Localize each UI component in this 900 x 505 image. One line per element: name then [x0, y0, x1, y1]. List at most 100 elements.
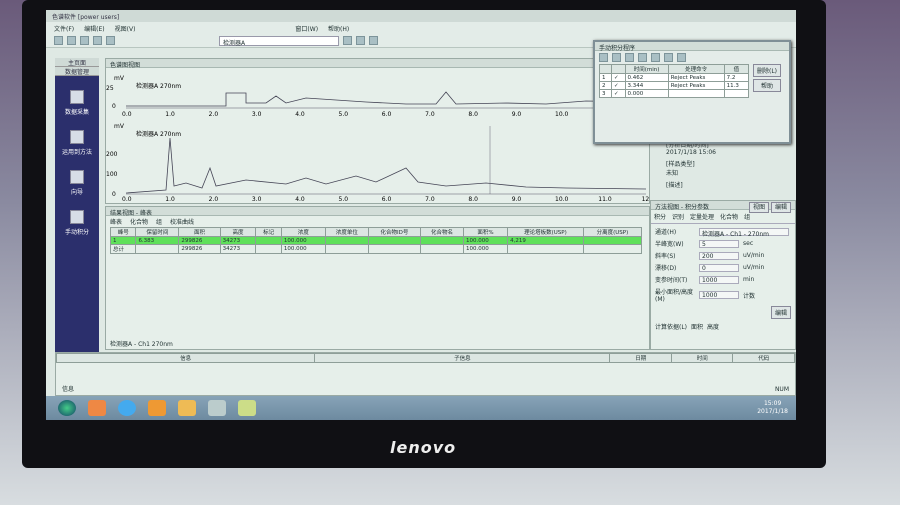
channel-select[interactable]: 检测器A - Ch1 - 270nm: [699, 227, 789, 238]
table-row[interactable]: 总计 299826 34273 100.000 100.000: [109, 244, 643, 254]
method-icon: [70, 130, 84, 144]
sidebar-tab-home[interactable]: 主页面: [55, 58, 99, 67]
view-button[interactable]: 视图: [749, 202, 770, 213]
menu-edit[interactable]: 编辑(E): [84, 24, 104, 33]
app-icon[interactable]: [178, 400, 196, 416]
new-icon[interactable]: [54, 36, 63, 45]
app-icon[interactable]: [88, 400, 106, 416]
edit-button[interactable]: 编辑: [770, 202, 791, 213]
radio-area[interactable]: 面积: [691, 322, 703, 331]
settings-icon[interactable]: [356, 36, 365, 45]
tool-icon[interactable]: [612, 53, 621, 62]
sidebar-item-manual-integration[interactable]: 手动积分: [55, 210, 99, 236]
x-tick-label: 9.0: [512, 196, 522, 203]
menu-view[interactable]: 视图(V): [115, 24, 136, 33]
start-button[interactable]: [58, 400, 76, 416]
chromatogram-plot[interactable]: mV 25 0 检测器A 270nm mV 检测器A 270nm 200 100…: [106, 68, 655, 203]
table-cell: 保留时间: [135, 227, 180, 237]
table-cell: 7.2: [723, 73, 750, 82]
table-row[interactable]: 1 ✓ 0.462 Reject Peaks 7.2: [599, 73, 750, 82]
top-trace: [126, 91, 647, 107]
title-bar: 色谱软件 [power users]: [46, 10, 796, 22]
menu-window[interactable]: 窗口(W): [295, 24, 318, 33]
x-tick-label: 1.0: [165, 196, 175, 203]
table-row[interactable]: 1 6.383 299826 34273 100.000 100.000 4,219: [109, 236, 643, 245]
manual-integration-icon: [70, 210, 84, 224]
sheet-tab[interactable]: 检测器A - Ch1 270nm: [110, 339, 173, 348]
x-tick-label: 9.0: [512, 111, 522, 118]
x-tick-label: 5.0: [339, 196, 349, 203]
table-cell: 34273: [219, 244, 257, 254]
tab-integration[interactable]: 积分: [654, 212, 666, 221]
table-cell: 处理命令: [667, 64, 725, 74]
sidebar: 主页面 数据管理 数据采集 运用到方法 向导 手动积分: [55, 58, 99, 356]
table-cell: 面积%: [462, 227, 509, 237]
param-row: 半峰宽(W) 5 sec: [655, 239, 754, 248]
table-cell: 299826: [178, 236, 221, 245]
message-tab[interactable]: 信息: [62, 384, 74, 393]
x-tick-label: 0.0: [122, 196, 132, 203]
program-table: 时间(min) 处理命令值 1 ✓ 0.462 Reject Peaks 7.2 2 ✓ 3.34…: [599, 64, 750, 98]
tool-icon[interactable]: [625, 53, 634, 62]
menu-file[interactable]: 文件(F): [54, 24, 74, 33]
tab-identification[interactable]: 识别: [672, 212, 684, 221]
tool-icon[interactable]: [651, 53, 660, 62]
param-input[interactable]: 0: [699, 263, 739, 272]
browser-icon[interactable]: [118, 400, 136, 416]
table-row[interactable]: 3 ✓ 0.000: [599, 89, 750, 98]
tab-group[interactable]: 组: [744, 212, 750, 221]
tab-group[interactable]: 组: [156, 217, 162, 226]
detector-select[interactable]: 检测器A: [219, 35, 339, 47]
table-cell: 化合物ID号: [367, 227, 422, 237]
monitor-brand-logo: lenovo: [390, 438, 457, 457]
layout-icon[interactable]: [369, 36, 378, 45]
x-tick-label: 8.0: [468, 196, 478, 203]
radio-height[interactable]: 高度: [707, 322, 719, 331]
x-tick-label: 4.0: [295, 111, 305, 118]
delete-button[interactable]: 删除(L): [753, 64, 782, 77]
sidebar-item-wizard[interactable]: 向导: [55, 170, 99, 196]
sidebar-item-method[interactable]: 运用到方法: [55, 130, 99, 156]
app-icon[interactable]: [148, 400, 166, 416]
x-tick-label: 6.0: [382, 111, 392, 118]
tab-peak-table[interactable]: 峰表: [110, 217, 122, 226]
message-pane: 信息 子信息 日期 时间 代码 信息 NUM: [55, 352, 796, 396]
x-tick-label: 3.0: [252, 196, 262, 203]
x-tick-label: 0.0: [122, 111, 132, 118]
tab-compound[interactable]: 化合物: [130, 217, 148, 226]
sidebar-tab-data[interactable]: 数据管理: [55, 67, 99, 76]
save-icon[interactable]: [67, 36, 76, 45]
undo-icon[interactable]: [343, 36, 352, 45]
tool-icon[interactable]: [638, 53, 647, 62]
table-cell: 0.462: [624, 73, 669, 82]
param-input[interactable]: 1000: [699, 291, 739, 299]
param-row: 变参时间(T) 1000 min: [655, 275, 755, 284]
clock[interactable]: 15:09 2017/1/18: [757, 400, 788, 416]
table-cell: Reject Peaks: [667, 81, 725, 90]
help-button[interactable]: 帮助: [753, 79, 782, 92]
undo-icon[interactable]: [677, 53, 686, 62]
param-input[interactable]: 1000: [699, 275, 739, 284]
tab-calibration[interactable]: 校准曲线: [170, 217, 194, 226]
peak-table: 峰号 保留时间 面积 高度 标记 浓度 浓度单位 化合物ID号 化合物名 面积% 理论塔板数(USP…: [109, 227, 643, 254]
export-icon[interactable]: [106, 36, 115, 45]
tool-icon[interactable]: [664, 53, 673, 62]
tab-compound[interactable]: 化合物: [720, 212, 738, 221]
param-input[interactable]: 5: [699, 239, 739, 248]
table-cell: [723, 89, 750, 98]
top-trace-label: 检测器A 270nm: [136, 82, 181, 90]
app-icon[interactable]: [208, 400, 226, 416]
param-input[interactable]: 200: [699, 251, 739, 260]
open-icon[interactable]: [93, 36, 102, 45]
sidebar-item-acquisition[interactable]: 数据采集: [55, 90, 99, 116]
app-icon[interactable]: [238, 400, 256, 416]
tab-quantitation[interactable]: 定量处理: [690, 212, 714, 221]
table-row[interactable]: 2 ✓ 3.344 Reject Peaks 11.3: [599, 81, 750, 90]
x-tick-label: 2.0: [209, 111, 219, 118]
print-icon[interactable]: [80, 36, 89, 45]
menu-help[interactable]: 帮助(H): [328, 24, 349, 33]
dialog-toolbar: [595, 51, 789, 64]
tool-icon[interactable]: [599, 53, 608, 62]
edit-program-button[interactable]: 编辑: [770, 306, 791, 319]
table-cell: 峰号: [109, 227, 137, 237]
